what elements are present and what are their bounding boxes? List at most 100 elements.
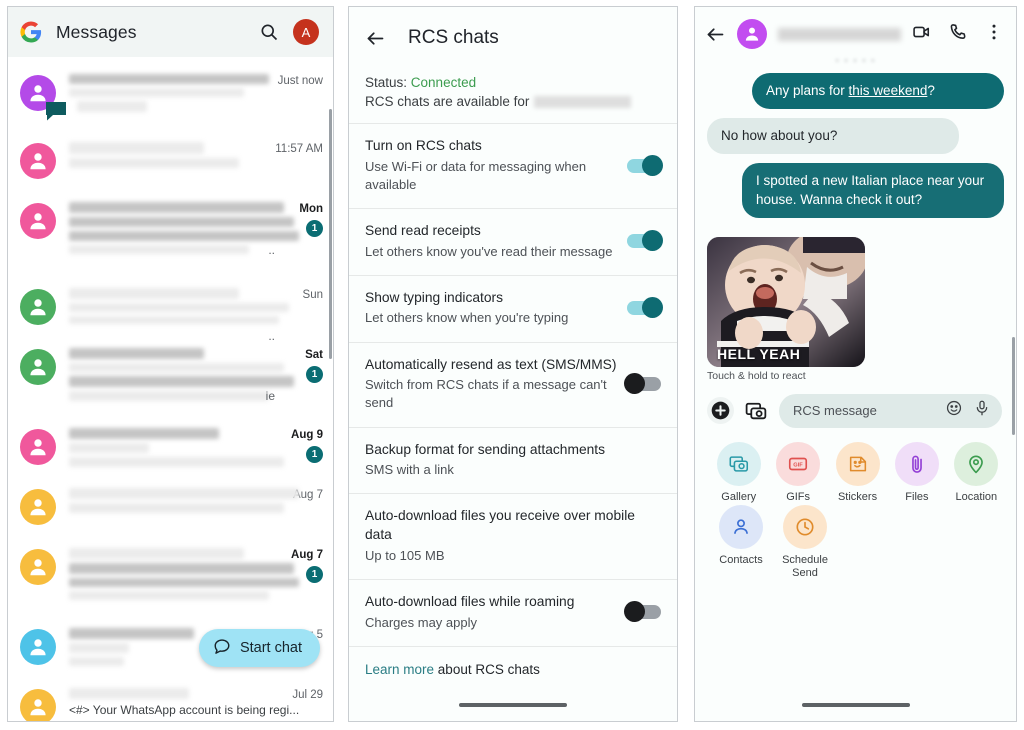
sticker-icon bbox=[835, 441, 880, 486]
incoming-message-bubble[interactable]: No how about you? bbox=[707, 118, 959, 155]
attachment-label: Gallery bbox=[721, 490, 757, 503]
screenshot-root: Messages A Just now 11:57 AM Mon 1.. Sun.. Sa… bbox=[0, 0, 1024, 730]
conversation-list-item[interactable]: Just now bbox=[8, 71, 333, 121]
video-camera-icon[interactable] bbox=[912, 22, 932, 47]
learn-more-row[interactable]: Learn more about RCS chats bbox=[349, 645, 677, 692]
rcs-message-input[interactable]: RCS message bbox=[779, 393, 1002, 428]
rcs-settings-panel: RCS chats Status: Connected RCS chats ar… bbox=[341, 0, 686, 730]
attachment-picker[interactable]: Gallery GIF GIFs Stickers Files Location Conta… bbox=[695, 428, 1016, 581]
setting-row[interactable]: Auto-download files you receive over mob… bbox=[349, 493, 677, 578]
google-g-logo bbox=[20, 21, 42, 43]
setting-text: Auto-download files you receive over mob… bbox=[365, 507, 661, 564]
setting-toggle[interactable] bbox=[627, 154, 663, 176]
message-input-placeholder: RCS message bbox=[793, 403, 877, 419]
gif-message[interactable]: HELL YEAH Touch & hold to react bbox=[707, 236, 1004, 382]
conversation-scrollbar[interactable] bbox=[1012, 337, 1015, 435]
app-title: Messages bbox=[56, 21, 137, 42]
setting-row[interactable]: Automatically resend as text (SMS/MMS) Sw… bbox=[349, 341, 677, 427]
conversation-list-item[interactable]: Sun.. bbox=[8, 285, 333, 343]
conversation-list-item[interactable]: <#> Your WhatsApp account is being regi.… bbox=[8, 685, 333, 721]
learn-more-link[interactable]: Learn more bbox=[365, 662, 434, 677]
setting-toggle[interactable] bbox=[624, 601, 661, 623]
attachment-option-files[interactable]: Files bbox=[887, 441, 946, 505]
gif-image[interactable]: HELL YEAH bbox=[707, 236, 865, 367]
setting-row[interactable]: Turn on RCS chats Use Wi-Fi or data for m… bbox=[349, 123, 677, 208]
gif-caption: HELL YEAH bbox=[717, 345, 801, 362]
outgoing-message-bubble[interactable]: Any plans for this weekend? bbox=[752, 73, 1004, 110]
microphone-icon[interactable] bbox=[973, 399, 991, 422]
setting-title: Auto-download files you receive over mob… bbox=[365, 508, 635, 543]
conversation-list[interactable]: Just now 11:57 AM Mon 1.. Sun.. Sat 1 ie Aug 91 A… bbox=[8, 57, 333, 721]
unread-count-badge: 1 bbox=[306, 366, 323, 383]
conversation-timestamp: 11:57 AM bbox=[275, 143, 323, 155]
rcs-chat-bubble-icon bbox=[44, 99, 66, 121]
conversation-timestamp: Sat bbox=[305, 349, 323, 361]
setting-title: Automatically resend as text (SMS/MMS) bbox=[365, 356, 617, 372]
message-gap bbox=[707, 109, 1004, 118]
setting-text: Auto-download files while roaming Charges… bbox=[365, 593, 627, 632]
conversation-list-item[interactable]: Aug 7 1 bbox=[8, 545, 333, 604]
conversation-screen: • • • • • Any plans for this weekend? No … bbox=[694, 6, 1017, 722]
setting-subtitle: Charges may apply bbox=[365, 614, 477, 630]
conversation-timestamp-blurred: • • • • • bbox=[835, 55, 876, 67]
setting-row[interactable]: Send read receipts Let others know you've… bbox=[349, 208, 677, 275]
attachment-row: Gallery GIF GIFs Stickers Files Location bbox=[709, 441, 1006, 505]
messages-list-screen: Messages A Just now 11:57 AM Mon 1.. Sun.. Sa… bbox=[7, 6, 334, 722]
more-vertical-icon[interactable] bbox=[984, 22, 1004, 47]
setting-title: Backup format for sending attachments bbox=[365, 441, 606, 457]
setting-row[interactable]: Auto-download files while roaming Charges… bbox=[349, 578, 677, 646]
conversation-list-item[interactable]: 11:57 AM bbox=[8, 139, 333, 179]
gallery-icon[interactable] bbox=[744, 398, 769, 423]
emoji-icon[interactable] bbox=[945, 399, 963, 422]
conversation-actions bbox=[912, 22, 1004, 47]
conversation-appbar bbox=[695, 7, 1016, 61]
back-arrow-icon[interactable] bbox=[705, 24, 726, 45]
setting-row[interactable]: Show typing indicators Let others know wh… bbox=[349, 274, 677, 342]
avatar bbox=[20, 429, 56, 465]
attachment-option-gallery[interactable]: Gallery bbox=[709, 441, 768, 505]
conversation-list-item[interactable]: Sat 1 ie bbox=[8, 345, 333, 405]
phone-icon[interactable] bbox=[948, 22, 968, 47]
setting-text: Backup format for sending attachments SMS… bbox=[365, 441, 661, 480]
attachment-label: Contacts bbox=[719, 553, 763, 566]
conversation-preview-redacted bbox=[56, 425, 284, 471]
setting-toggle[interactable] bbox=[624, 373, 661, 395]
start-chat-label: Start chat bbox=[239, 640, 302, 656]
messages-list-panel: Messages A Just now 11:57 AM Mon 1.. Sun.. Sa… bbox=[0, 0, 341, 730]
attachment-option-schedule-send[interactable]: Schedule Send bbox=[773, 504, 837, 582]
conversation-meta: Sat 1 bbox=[267, 345, 323, 405]
gallery-icon bbox=[716, 441, 761, 486]
rcs-settings-appbar: RCS chats bbox=[349, 7, 677, 69]
back-arrow-icon[interactable] bbox=[365, 28, 386, 49]
avatar bbox=[20, 629, 56, 665]
start-chat-fab[interactable]: Start chat bbox=[198, 629, 320, 667]
snippet-ellipsis: ie bbox=[265, 389, 275, 403]
attachment-option-location[interactable]: Location bbox=[947, 441, 1006, 505]
setting-toggle[interactable] bbox=[627, 230, 663, 252]
gesture-nav-bar bbox=[801, 703, 910, 707]
attachment-option-gifs[interactable]: GIF GIFs bbox=[768, 441, 827, 505]
setting-subtitle: Up to 105 MB bbox=[365, 547, 445, 563]
conversation-preview-redacted bbox=[56, 485, 299, 525]
conversation-list-item[interactable]: Aug 7 bbox=[8, 485, 333, 525]
conversation-list-item[interactable]: Aug 9 1 bbox=[8, 425, 333, 471]
attachment-option-stickers[interactable]: Stickers bbox=[828, 441, 887, 505]
toggle-knob bbox=[642, 297, 663, 319]
rcs-status-line: Status: Connected bbox=[365, 75, 661, 90]
contact-avatar[interactable] bbox=[737, 19, 767, 49]
attachment-option-contacts[interactable]: Contacts bbox=[709, 504, 773, 582]
account-avatar[interactable]: A bbox=[293, 19, 319, 45]
gif-icon: GIF bbox=[776, 441, 821, 486]
outgoing-message-bubble[interactable]: I spotted a new Italian place near your … bbox=[742, 163, 1004, 218]
rcs-settings-list[interactable]: Turn on RCS chats Use Wi-Fi or data for m… bbox=[349, 123, 677, 646]
conversation-list-item[interactable]: Mon 1.. bbox=[8, 199, 333, 258]
setting-subtitle: Switch from RCS chats if a message can't… bbox=[365, 377, 607, 411]
status-badge: Connected bbox=[410, 75, 477, 90]
plus-icon[interactable] bbox=[707, 397, 734, 425]
search-icon[interactable] bbox=[259, 22, 279, 42]
setting-row[interactable]: Backup format for sending attachments SMS… bbox=[349, 426, 677, 494]
redacted-phone-number bbox=[534, 95, 632, 108]
setting-toggle[interactable] bbox=[627, 297, 663, 319]
avatar bbox=[20, 203, 56, 239]
smart-suggestion-link[interactable]: this weekend bbox=[849, 83, 928, 98]
